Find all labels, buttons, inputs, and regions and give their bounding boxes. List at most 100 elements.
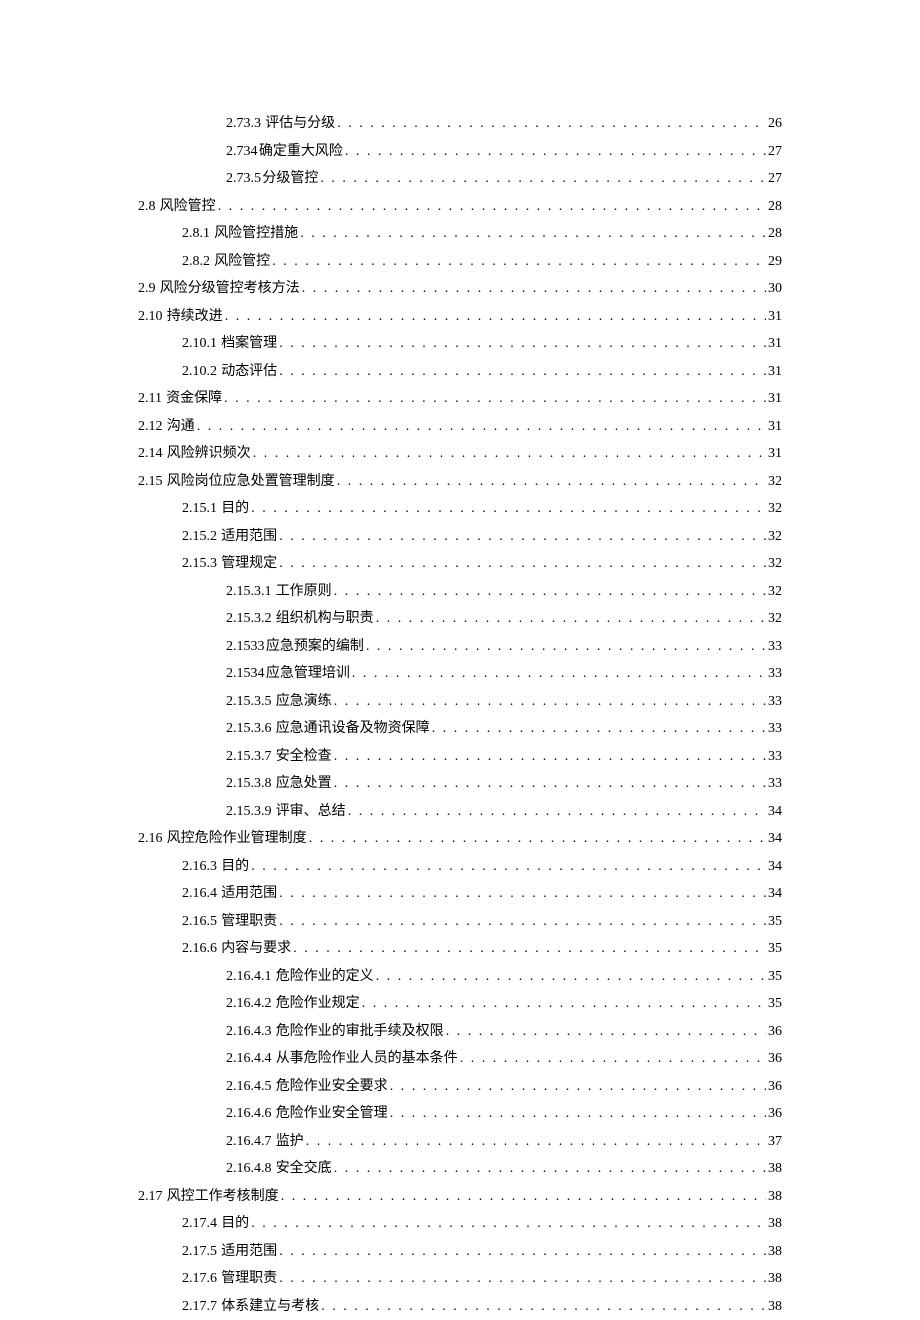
toc-section-title: 应急预案的编制 bbox=[266, 633, 364, 661]
toc-entry: 2.16.4.5危险作业安全要求36 bbox=[138, 1073, 782, 1101]
toc-entry: 2.17风控工作考核制度38 bbox=[138, 1183, 782, 1211]
toc-leader-dots bbox=[218, 193, 766, 221]
toc-entry: 2.16.5管理职责35 bbox=[138, 908, 782, 936]
toc-page-number: 32 bbox=[768, 605, 782, 633]
toc-section-number: 2.15.3.8 bbox=[226, 770, 272, 798]
toc-section-number: 2.15 bbox=[138, 468, 163, 496]
toc-section-number: 2.17.6 bbox=[182, 1265, 217, 1293]
toc-leader-dots bbox=[376, 963, 766, 991]
toc-section-title: 应急演练 bbox=[276, 688, 332, 716]
toc-entry: 2.16.4.6危险作业安全管理36 bbox=[138, 1100, 782, 1128]
toc-leader-dots bbox=[224, 385, 766, 413]
toc-leader-dots bbox=[334, 743, 766, 771]
toc-entry: 2.12沟通31 bbox=[138, 413, 782, 441]
toc-section-number: 2.734 bbox=[226, 138, 258, 166]
toc-entry: 2.16.4适用范围34 bbox=[138, 880, 782, 908]
toc-page-number: 36 bbox=[768, 1018, 782, 1046]
toc-entry: 2.15.3.9评审、总结34 bbox=[138, 798, 782, 826]
toc-section-title: 风险岗位应急处置管理制度 bbox=[167, 468, 335, 496]
toc-leader-dots bbox=[321, 1293, 766, 1320]
toc-leader-dots bbox=[279, 523, 766, 551]
toc-leader-dots bbox=[300, 220, 766, 248]
toc-section-number: 2.16.4.4 bbox=[226, 1045, 272, 1073]
toc-page-number: 32 bbox=[768, 523, 782, 551]
toc-section-title: 应急处置 bbox=[276, 770, 332, 798]
toc-section-number: 2.17 bbox=[138, 1183, 163, 1211]
toc-leader-dots bbox=[352, 660, 766, 688]
toc-leader-dots bbox=[251, 1210, 766, 1238]
toc-leader-dots bbox=[320, 165, 766, 193]
toc-page-number: 33 bbox=[768, 743, 782, 771]
toc-entry: 2.1534应急管理培训33 bbox=[138, 660, 782, 688]
toc-section-title: 目的 bbox=[221, 495, 249, 523]
toc-section-number: 2.16.4.5 bbox=[226, 1073, 272, 1101]
toc-page-number: 34 bbox=[768, 825, 782, 853]
toc-entry: 2.17.5适用范围38 bbox=[138, 1238, 782, 1266]
toc-page-number: 37 bbox=[768, 1128, 782, 1156]
toc-section-number: 2.15.3.5 bbox=[226, 688, 272, 716]
toc-page-number: 31 bbox=[768, 330, 782, 358]
toc-section-title: 管理规定 bbox=[221, 550, 277, 578]
toc-leader-dots bbox=[432, 715, 766, 743]
toc-leader-dots bbox=[306, 1128, 766, 1156]
toc-leader-dots bbox=[376, 605, 766, 633]
toc-leader-dots bbox=[460, 1045, 766, 1073]
toc-section-number: 2.73.5 bbox=[226, 165, 261, 193]
toc-section-number: 2.15.3 bbox=[182, 550, 217, 578]
toc-entry: 2.16.3目的34 bbox=[138, 853, 782, 881]
toc-section-number: 2.15.3.6 bbox=[226, 715, 272, 743]
toc-leader-dots bbox=[279, 330, 766, 358]
toc-entry: 2.1533应急预案的编制33 bbox=[138, 633, 782, 661]
toc-entry: 2.16.4.3危险作业的审批手续及权限36 bbox=[138, 1018, 782, 1046]
toc-page-number: 32 bbox=[768, 550, 782, 578]
toc-entry: 2.8.1风险管控措施28 bbox=[138, 220, 782, 248]
toc-entry: 2.73.5分级管控27 bbox=[138, 165, 782, 193]
toc-entry: 2.14风险辨识频次31 bbox=[138, 440, 782, 468]
toc-section-number: 2.16.5 bbox=[182, 908, 217, 936]
toc-leader-dots bbox=[197, 413, 766, 441]
toc-page-number: 31 bbox=[768, 385, 782, 413]
toc-section-title: 体系建立与考核 bbox=[221, 1293, 319, 1320]
toc-page-number: 27 bbox=[768, 165, 782, 193]
toc-entry: 2.15.1目的32 bbox=[138, 495, 782, 523]
toc-entry: 2.11资金保障31 bbox=[138, 385, 782, 413]
toc-leader-dots bbox=[334, 688, 766, 716]
toc-section-title: 风险分级管控考核方法 bbox=[160, 275, 300, 303]
toc-page-number: 31 bbox=[768, 358, 782, 386]
toc-page-number: 32 bbox=[768, 468, 782, 496]
toc-page-number: 33 bbox=[768, 633, 782, 661]
toc-page-number: 31 bbox=[768, 303, 782, 331]
toc-section-title: 目的 bbox=[221, 1210, 249, 1238]
toc-section-number: 2.16.6 bbox=[182, 935, 217, 963]
toc-leader-dots bbox=[281, 1183, 766, 1211]
toc-section-number: 2.16.4.7 bbox=[226, 1128, 272, 1156]
toc-section-title: 应急通讯设备及物资保障 bbox=[276, 715, 430, 743]
toc-entry: 2.16.4.8安全交底38 bbox=[138, 1155, 782, 1183]
toc-page-number: 34 bbox=[768, 853, 782, 881]
toc-leader-dots bbox=[390, 1073, 766, 1101]
toc-section-title: 内容与要求 bbox=[221, 935, 291, 963]
toc-entry: 2.10.1档案管理 31 bbox=[138, 330, 782, 358]
toc-section-title: 评审、总结 bbox=[276, 798, 346, 826]
toc-section-number: 2.8 bbox=[138, 193, 156, 221]
toc-section-number: 2.16.4.2 bbox=[226, 990, 272, 1018]
toc-section-number: 2.15.1 bbox=[182, 495, 217, 523]
toc-page-number: 36 bbox=[768, 1045, 782, 1073]
toc-entry: 2.16.4.4从事危险作业人员的基本条件36 bbox=[138, 1045, 782, 1073]
toc-section-title: 危险作业安全要求 bbox=[276, 1073, 388, 1101]
toc-page-number: 28 bbox=[768, 193, 782, 221]
toc-section-number: 2.15.3.7 bbox=[226, 743, 272, 771]
toc-leader-dots bbox=[362, 990, 766, 1018]
toc-page-number: 29 bbox=[768, 248, 782, 276]
toc-leader-dots bbox=[279, 550, 766, 578]
toc-entry: 2.15.3.5应急演练 33 bbox=[138, 688, 782, 716]
toc-page-number: 33 bbox=[768, 688, 782, 716]
toc-section-number: 2.10.1 bbox=[182, 330, 217, 358]
toc-section-title: 危险作业安全管理 bbox=[276, 1100, 388, 1128]
toc-leader-dots bbox=[334, 770, 766, 798]
toc-page-number: 28 bbox=[768, 220, 782, 248]
toc-entry: 2.16.4.1危险作业的定义35 bbox=[138, 963, 782, 991]
toc-section-title: 档案管理 bbox=[221, 330, 277, 358]
toc-section-title: 危险作业的定义 bbox=[276, 963, 374, 991]
toc-leader-dots bbox=[279, 908, 766, 936]
